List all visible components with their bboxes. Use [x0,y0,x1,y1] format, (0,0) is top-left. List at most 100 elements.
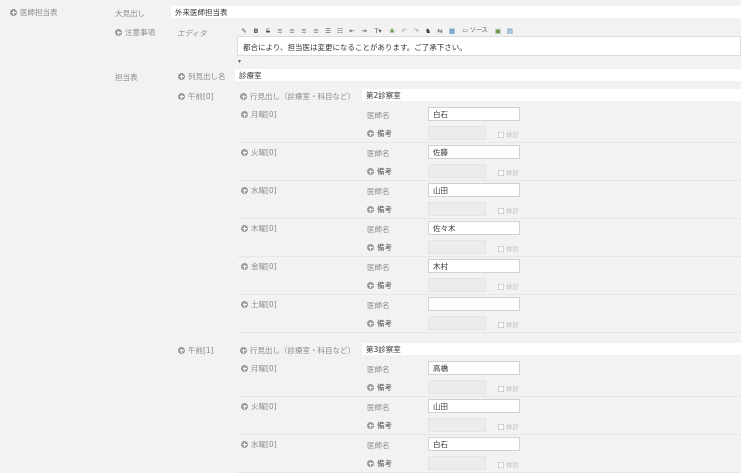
doctor-name-input[interactable]: 佐藤 [428,145,520,159]
closed-checkbox[interactable]: 休診 [498,243,519,253]
expand-icon[interactable] [367,320,374,327]
expand-icon[interactable] [367,422,374,429]
closed-checkbox[interactable]: 休診 [498,167,519,177]
closed-checkbox[interactable]: 休診 [498,421,519,431]
day-label-text: 火曜[0] [251,402,277,411]
checkbox-icon[interactable] [498,462,504,468]
align-justify-icon[interactable]: ≡ [312,27,320,35]
doctor-name-input[interactable] [428,297,520,311]
expand-icon[interactable] [367,168,374,175]
checkbox-icon[interactable] [498,170,504,176]
find-icon[interactable]: ♞ [424,27,432,35]
eraser-icon[interactable]: ✎ [240,27,248,35]
outdent-icon[interactable]: ⇤ [348,27,356,35]
row-heading-field-input[interactable]: 第2診察室 [362,89,741,101]
source-icon[interactable]: ▭ ソース [460,27,490,35]
bold-icon[interactable]: B [252,27,260,35]
expand-icon[interactable] [367,384,374,391]
expand-icon[interactable] [241,301,248,308]
closed-checkbox[interactable]: 休診 [498,281,519,291]
expand-icon[interactable] [241,403,248,410]
doctor-name-label: 医師名 [367,225,390,234]
doctor-name-input[interactable]: 白石 [428,107,520,121]
day-label-text: 火曜[0] [251,148,277,157]
expand-icon[interactable] [241,263,248,270]
expand-icon[interactable] [367,130,374,137]
doctor-name-input[interactable]: 佐々木 [428,221,520,235]
checkbox-icon[interactable] [498,246,504,252]
group-label: 午前[0] [178,91,214,102]
expand-icon[interactable] [367,206,374,213]
align-center-icon[interactable]: ≡ [288,27,296,35]
expand-icon[interactable] [241,441,248,448]
checkbox-icon[interactable] [498,208,504,214]
title-field-input[interactable]: 外来医師担当表 [171,6,741,18]
closed-checkbox[interactable]: 休診 [498,459,519,469]
day-label-text: 水曜[0] [251,186,277,195]
closed-label: 休診 [506,461,519,469]
editor-resize-handle[interactable]: ▾ [238,58,241,65]
expand-icon[interactable] [115,29,122,36]
expand-icon[interactable] [367,282,374,289]
note-input[interactable] [428,278,486,292]
indent-icon[interactable]: ⇥ [360,27,368,35]
notice-editor-content[interactable]: 都合により、担当医は変更になることがあります。ご了承下さい。 [243,42,467,53]
doctor-name-input[interactable]: 木村 [428,259,520,273]
expand-icon[interactable] [367,460,374,467]
note-input[interactable] [428,380,486,394]
closed-checkbox[interactable]: 休診 [498,383,519,393]
note-input[interactable] [428,126,486,140]
closed-checkbox[interactable]: 休診 [498,319,519,329]
expand-icon[interactable] [241,225,248,232]
doctor-name-input[interactable]: 白石 [428,437,520,451]
group-label: 午前[1] [178,345,214,356]
doctor-name-input[interactable]: 山田 [428,399,520,413]
note-input[interactable] [428,418,486,432]
row-heading-field-input[interactable]: 第3診察室 [362,343,741,355]
checkbox-icon[interactable] [498,322,504,328]
table-icon[interactable]: ▦ [448,27,456,35]
closed-checkbox[interactable]: 休診 [498,129,519,139]
undo-icon[interactable]: ↶ [400,27,408,35]
font-color-icon[interactable]: T▾ [372,27,384,35]
expand-icon[interactable] [178,73,185,80]
replace-icon[interactable]: ⇆ [436,27,444,35]
expand-icon[interactable] [241,111,248,118]
redo-icon[interactable]: ↷ [412,27,420,35]
expand-icon[interactable] [178,93,185,100]
root-label: 医師担当表 [10,7,58,18]
expand-icon[interactable] [241,149,248,156]
paste-icon[interactable]: ❀ [388,27,396,35]
doctor-name-input[interactable]: 高橋 [428,361,520,375]
notice-editor[interactable]: 都合により、担当医は変更になることがあります。ご了承下さい。 [237,36,741,56]
expand-icon[interactable] [240,93,247,100]
note-input[interactable] [428,240,486,254]
numbered-list-icon[interactable]: ☷ [336,27,344,35]
note-input[interactable] [428,202,486,216]
checkbox-icon[interactable] [498,386,504,392]
align-left-icon[interactable]: ≡ [276,27,284,35]
align-right-icon[interactable]: ≡ [300,27,308,35]
expand-icon[interactable] [240,347,247,354]
expand-icon[interactable] [241,365,248,372]
checkbox-icon[interactable] [498,132,504,138]
checkbox-icon[interactable] [498,424,504,430]
image-icon[interactable]: ▤ [506,27,514,35]
bulleted-list-icon[interactable]: ☰ [324,27,332,35]
doctor-name-input[interactable]: 山田 [428,183,520,197]
closed-checkbox[interactable]: 休診 [498,205,519,215]
expand-icon[interactable] [10,9,17,16]
closed-label: 休診 [506,283,519,291]
expand-icon[interactable] [178,347,185,354]
expand-icon[interactable] [367,244,374,251]
checkbox-icon[interactable] [498,284,504,290]
note-input[interactable] [428,164,486,178]
expand-icon[interactable] [241,187,248,194]
note-label-text: 備考 [377,383,392,392]
day-label: 火曜[0] [241,147,277,158]
note-input[interactable] [428,316,486,330]
strikethrough-icon[interactable]: S [264,27,272,35]
row-heading-input[interactable]: 診療室 [235,69,741,81]
preview-icon[interactable]: ▣ [494,27,502,35]
note-input[interactable] [428,456,486,470]
